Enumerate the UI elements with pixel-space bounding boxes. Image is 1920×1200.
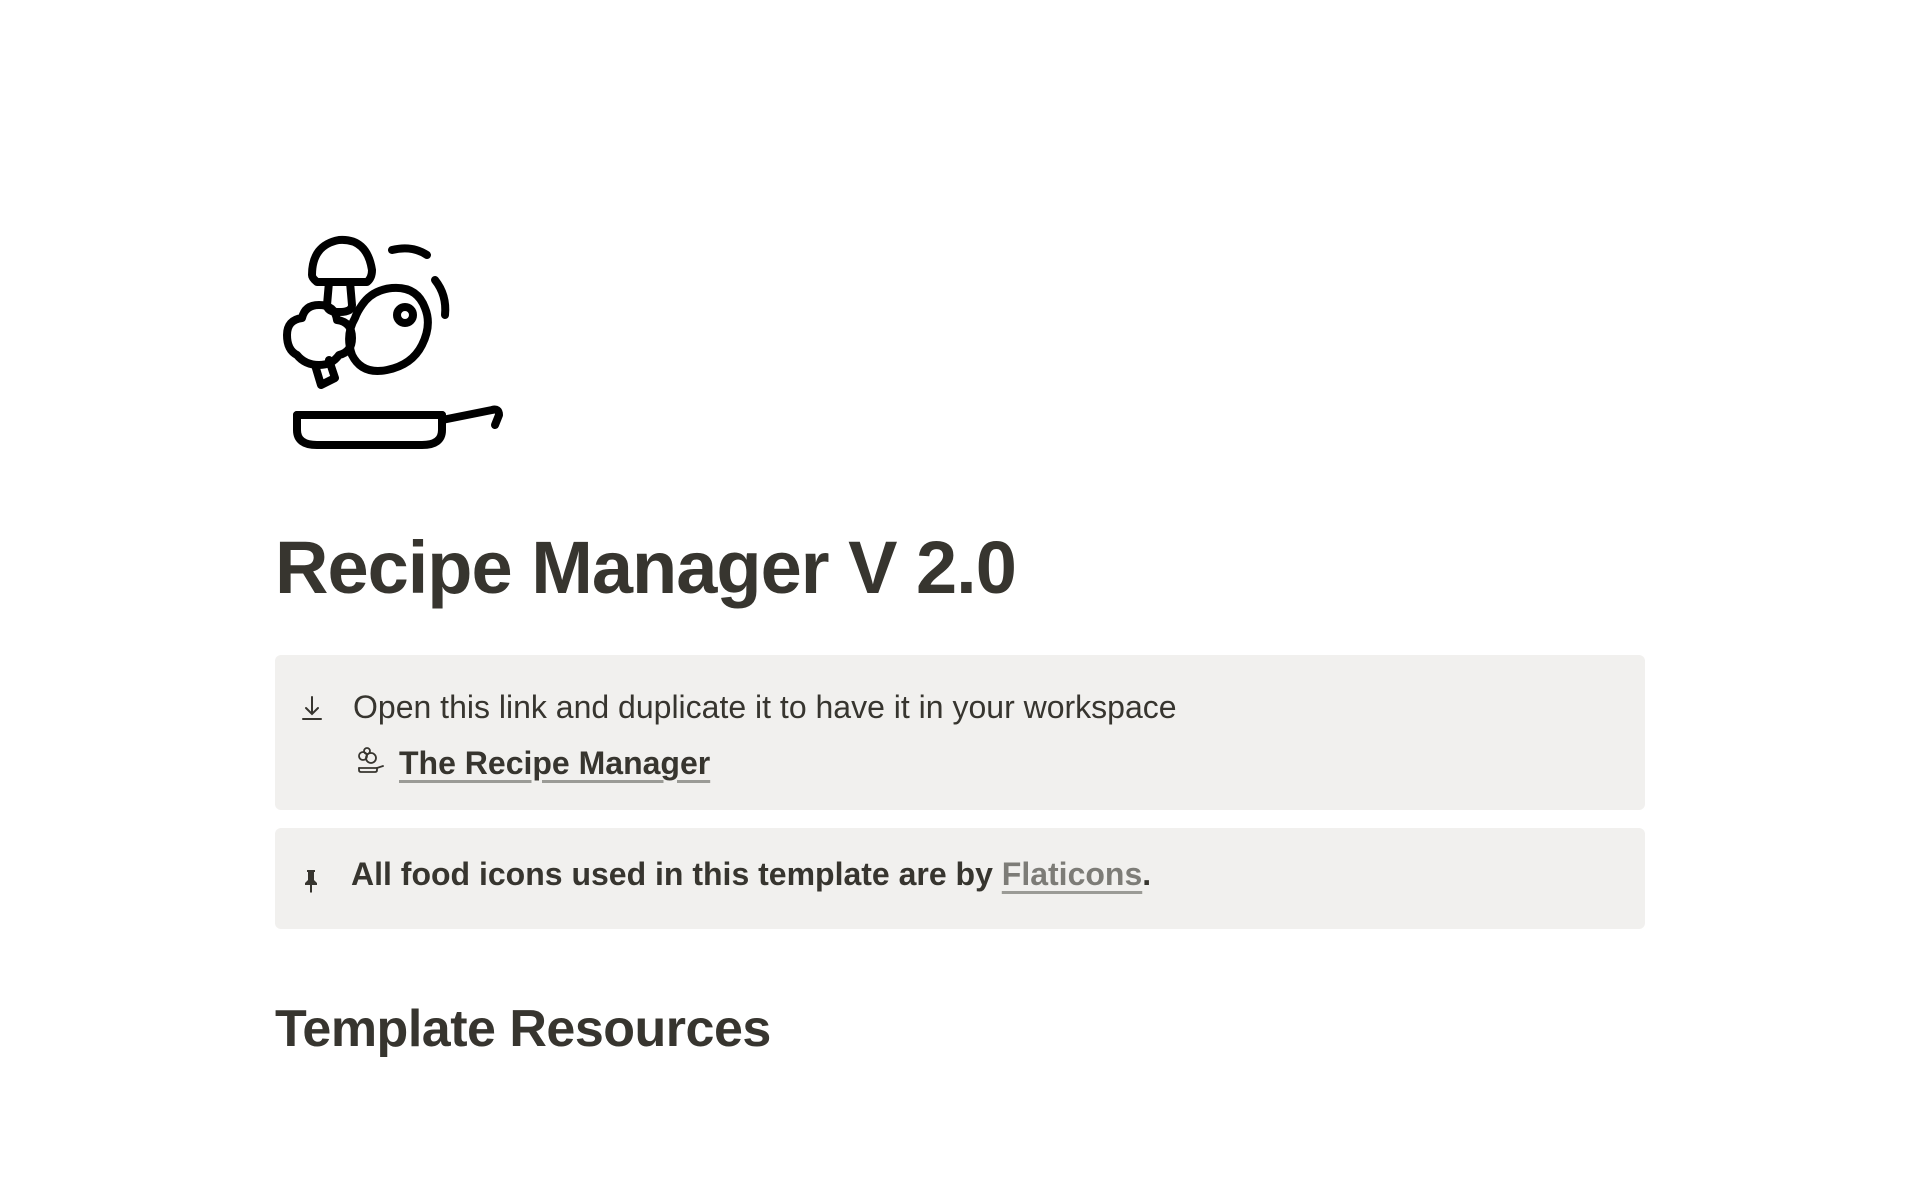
attribution-callout: All food icons used in this template are… [275, 828, 1645, 929]
template-resources-heading: Template Resources [275, 999, 1645, 1059]
page-title: Recipe Manager V 2.0 [275, 525, 1645, 610]
download-icon [301, 689, 323, 728]
download-callout-text: Open this link and duplicate it to have … [353, 683, 1619, 731]
cooking-icon [353, 746, 385, 781]
pin-icon [301, 862, 321, 901]
flaticons-link[interactable]: Flaticons [1002, 856, 1142, 892]
page-icon [267, 220, 1645, 465]
recipe-manager-link[interactable]: The Recipe Manager [399, 745, 710, 782]
download-callout: Open this link and duplicate it to have … [275, 655, 1645, 810]
attribution-text-before: All food icons used in this template are… [351, 856, 1002, 892]
attribution-text-after: . [1142, 856, 1151, 892]
